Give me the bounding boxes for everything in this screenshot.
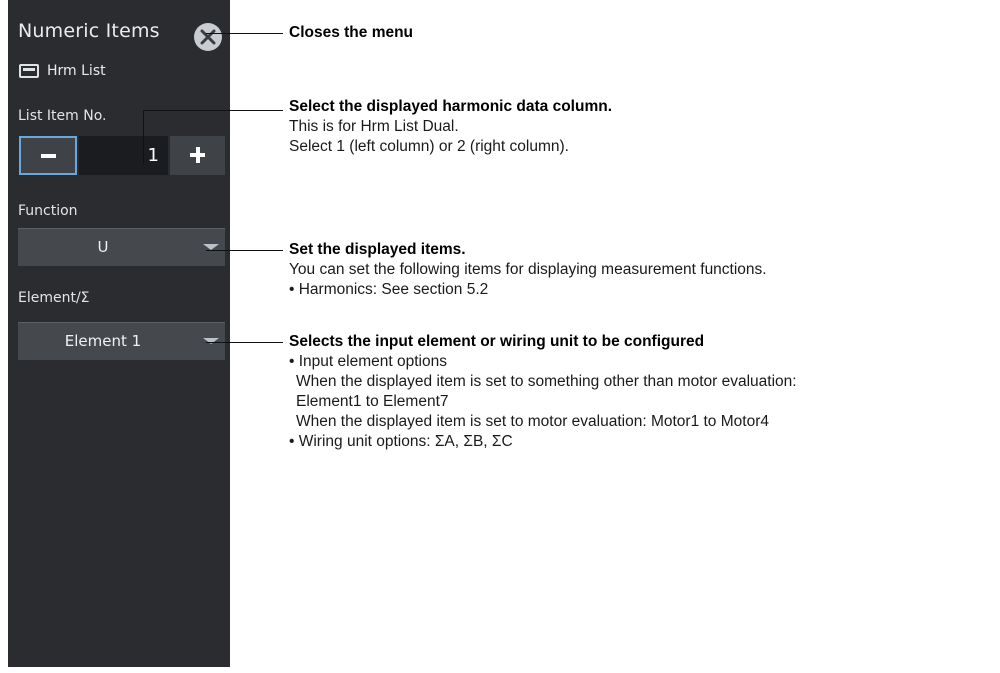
function-value: U [97, 238, 109, 256]
close-annotation: Closes the menu [289, 23, 413, 43]
list-item-value[interactable]: 1 [79, 136, 168, 175]
annotation-line: • Harmonics: See section 5.2 [289, 281, 489, 298]
close-annotation-heading: Closes the menu [289, 24, 414, 41]
list-item-annotation: Select the displayed harmonic data colum… [289, 97, 612, 157]
annotation-line: This is for Hrm List Dual. [289, 118, 459, 135]
annotation-line: When the displayed item is set to motor … [296, 413, 769, 430]
numeric-items-menu: Numeric Items Hrm List List Item No. 1 F… [8, 0, 230, 667]
annotation-line: • Wiring unit options: ΣA, ΣB, ΣC [289, 433, 513, 450]
element-annotation-heading: Selects the input element or wiring unit… [289, 333, 705, 350]
list-item-annotation-heading: Select the displayed harmonic data colum… [289, 98, 613, 115]
list-item-label: List Item No. [18, 108, 107, 124]
annotation-line: You can set the following items for disp… [289, 261, 767, 278]
list-display-icon [19, 64, 39, 78]
increment-button[interactable] [170, 136, 225, 175]
close-leader-line [206, 33, 283, 34]
element-label: Element/Σ [18, 290, 90, 306]
function-annotation-heading: Set the displayed items. [289, 241, 466, 258]
close-button[interactable] [194, 23, 222, 51]
annotation-line: Element1 to Element7 [296, 393, 449, 410]
decrement-button[interactable] [19, 136, 77, 175]
function-annotation: Set the displayed items. You can set the… [289, 240, 767, 300]
element-value: Element 1 [64, 332, 142, 350]
function-leader-line [206, 250, 283, 251]
list-item-leader-tick [143, 110, 144, 164]
list-item-leader-line [143, 110, 283, 111]
function-label: Function [18, 203, 78, 219]
display-mode-label: Hrm List [47, 63, 106, 79]
annotation-line: When the displayed item is set to someth… [296, 373, 797, 390]
annotation-line: • Input element options [289, 353, 447, 370]
function-dropdown[interactable]: U [18, 228, 225, 266]
annotation-line: Select 1 (left column) or 2 (right colum… [289, 138, 569, 155]
menu-title: Numeric Items [18, 20, 160, 42]
element-annotation: Selects the input element or wiring unit… [289, 332, 797, 452]
close-icon [200, 29, 216, 45]
chevron-down-icon [203, 338, 219, 344]
element-leader-line [206, 342, 283, 343]
element-dropdown[interactable]: Element 1 [18, 322, 225, 360]
